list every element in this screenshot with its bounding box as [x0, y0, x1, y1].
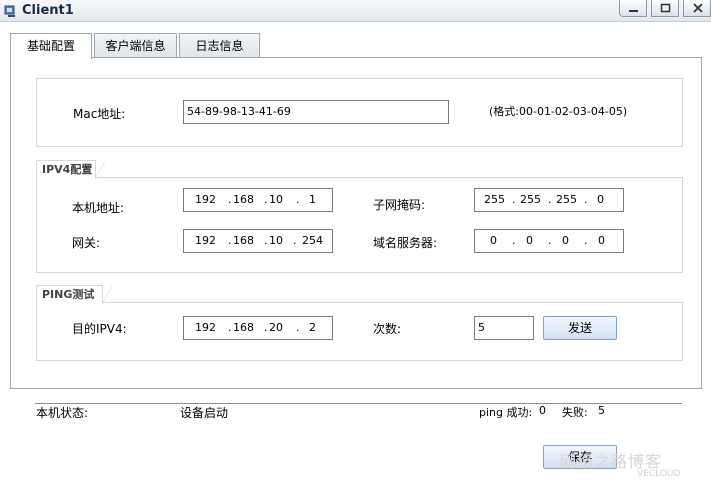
ip-octet: 168 — [233, 234, 254, 247]
ip-dot: . — [584, 234, 588, 247]
device-status-label: 本机状态: — [36, 406, 89, 420]
ip-dot: . — [548, 193, 552, 206]
close-button[interactable] — [683, 0, 711, 17]
ip-octet: 10 — [269, 193, 283, 206]
ip-octet: 168 — [233, 193, 254, 206]
window-title: Client1 — [22, 3, 74, 18]
ip-octet: 0 — [526, 234, 533, 247]
ip-dot: . — [296, 193, 300, 206]
dns-input[interactable]: 0 . 0 . 0 . 0 — [474, 229, 624, 253]
ip-dot: . — [293, 234, 297, 247]
ip-octet: 0 — [490, 234, 497, 247]
ping-fail-value: 5 — [598, 404, 605, 417]
ping-count-input[interactable]: 5 — [474, 316, 534, 340]
ip-octet: 1 — [309, 193, 316, 206]
ping-legend: PING测试 — [36, 285, 112, 304]
ip-dot: . — [264, 321, 268, 334]
local-address-input[interactable]: 192 . 168 . 10 . 1 — [183, 188, 333, 212]
app-icon — [4, 5, 15, 17]
ip-octet: 0 — [598, 234, 605, 247]
ping-target-label: 目的IPV4: — [72, 322, 127, 336]
ip-octet: 0 — [562, 234, 569, 247]
ip-octet: 20 — [269, 321, 283, 334]
ping-count-label: 次数: — [373, 322, 402, 336]
ip-dot: . — [512, 193, 516, 206]
ip-octet: 255 — [520, 193, 541, 206]
ping-success-value: 0 — [539, 404, 546, 417]
ipv4-legend: IPV4配置 — [36, 160, 105, 179]
ping-target-input[interactable]: 192 . 168 . 20 . 2 — [183, 316, 333, 340]
ip-dot: . — [228, 234, 232, 247]
ip-dot: . — [296, 321, 300, 334]
ip-octet: 0 — [597, 193, 604, 206]
dns-label: 域名服务器: — [373, 236, 438, 250]
minimize-button[interactable] — [619, 0, 647, 17]
ip-octet: 2 — [309, 321, 316, 334]
ip-octet: 192 — [195, 234, 216, 247]
close-icon — [693, 3, 703, 13]
ip-dot: . — [584, 193, 588, 206]
local-address-label: 本机地址: — [72, 201, 125, 215]
tab-log-info[interactable]: 日志信息 — [179, 33, 260, 58]
device-status-value: 设备启动 — [180, 406, 229, 420]
ip-dot: . — [548, 234, 552, 247]
watermark-subtext: VECLOUD — [637, 469, 681, 479]
ip-octet: 168 — [233, 321, 254, 334]
send-button[interactable]: 发送 — [543, 316, 617, 340]
ip-octet: 254 — [302, 234, 323, 247]
mac-address-input[interactable]: 54-89-98-13-41-69 — [183, 100, 449, 124]
ip-dot: . — [228, 193, 232, 206]
maximize-button[interactable] — [651, 0, 679, 17]
gateway-input[interactable]: 192 . 168 . 10 . 254 — [183, 229, 333, 253]
ip-octet: 10 — [269, 234, 283, 247]
minimize-icon — [629, 10, 638, 12]
gateway-label: 网关: — [72, 236, 101, 250]
ip-octet: 192 — [195, 193, 216, 206]
title-bar[interactable]: Client1 — [0, 0, 711, 22]
ip-dot: . — [512, 234, 516, 247]
ip-octet: 255 — [484, 193, 505, 206]
ping-success-label: ping 成功: — [479, 406, 533, 419]
ping-fail-label: 失败: — [562, 406, 588, 419]
maximize-icon — [660, 3, 671, 13]
mac-label: Mac地址: — [73, 107, 126, 121]
tab-client-info[interactable]: 客户端信息 — [94, 33, 177, 58]
ip-dot: . — [264, 193, 268, 206]
ip-octet: 192 — [195, 321, 216, 334]
subnet-mask-label: 子网掩码: — [373, 198, 426, 212]
tab-basic-config[interactable]: 基础配置 — [10, 33, 92, 59]
mac-format-hint: (格式:00-01-02-03-04-05) — [489, 105, 628, 118]
ip-octet: 255 — [556, 193, 577, 206]
ip-dot: . — [264, 234, 268, 247]
subnet-mask-input[interactable]: 255 . 255 . 255 . 0 — [474, 188, 624, 212]
ip-dot: . — [228, 321, 232, 334]
